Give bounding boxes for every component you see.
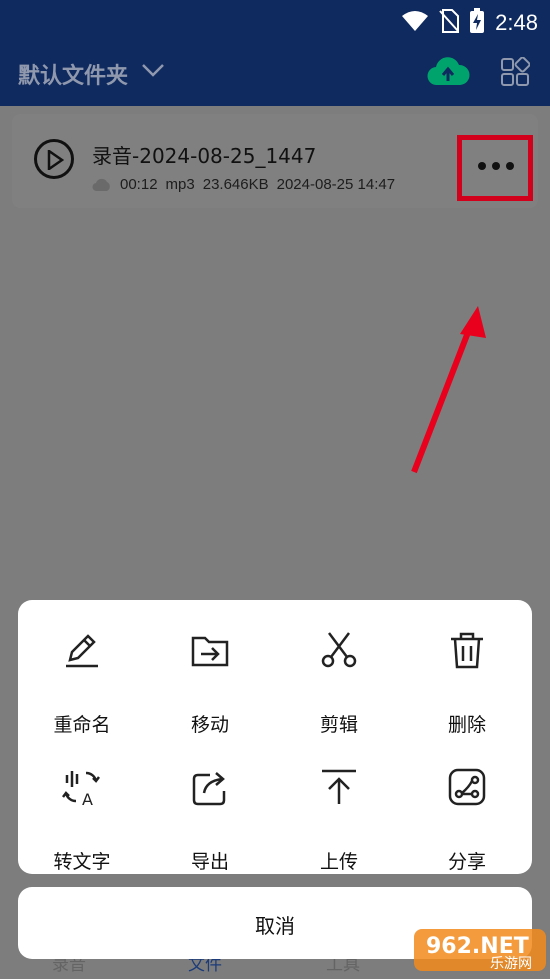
recording-meta: 00:12 mp3 23.646KB 2024-08-25 14:47 — [92, 176, 395, 193]
action-label: 转文字 — [53, 851, 111, 873]
rename-action[interactable]: 重命名 — [18, 630, 146, 750]
export-icon — [190, 767, 230, 807]
share-icon — [447, 767, 487, 807]
folder-move-icon — [190, 630, 230, 670]
grid-view-icon[interactable] — [500, 56, 531, 91]
upload-action[interactable]: 上传 — [275, 767, 403, 887]
transcribe-action[interactable]: A 转文字 — [18, 767, 146, 887]
app-bar: 默认文件夹 — [0, 40, 550, 106]
battery-charging-icon — [469, 8, 485, 38]
scissors-icon — [319, 630, 359, 670]
play-button[interactable] — [34, 139, 74, 179]
more-options-highlight — [457, 135, 533, 201]
cloud-icon — [92, 178, 110, 191]
more-icon[interactable] — [478, 162, 514, 170]
action-label: 剪辑 — [319, 714, 358, 736]
play-icon — [47, 150, 64, 170]
no-sim-icon — [439, 9, 460, 37]
action-label: 上传 — [319, 851, 358, 873]
annotation-arrow — [411, 306, 486, 474]
wifi-icon — [401, 10, 429, 36]
recording-duration: 00:12 — [120, 176, 158, 193]
action-sheet: 重命名 移动 剪辑 删除 A 转文字 导出 上传 分享 — [18, 600, 532, 874]
move-action[interactable]: 移动 — [146, 630, 274, 750]
watermark-subtext: 乐游网 — [490, 956, 532, 972]
pencil-icon — [62, 630, 102, 670]
export-action[interactable]: 导出 — [146, 767, 274, 887]
delete-action[interactable]: 删除 — [403, 630, 531, 750]
share-action[interactable]: 分享 — [403, 767, 531, 887]
folder-selector-label[interactable]: 默认文件夹 — [18, 58, 128, 90]
speech-to-text-icon: A — [62, 767, 102, 809]
recording-datetime: 2024-08-25 14:47 — [276, 176, 396, 193]
edit-action[interactable]: 剪辑 — [275, 630, 403, 750]
recording-size: 23.646KB — [202, 176, 269, 193]
action-label: 导出 — [190, 851, 229, 873]
recording-format: mp3 — [165, 176, 195, 193]
upload-icon — [319, 767, 359, 807]
cloud-upload-icon[interactable] — [426, 56, 470, 92]
chevron-down-icon[interactable] — [140, 60, 166, 84]
recording-name: 录音-2024-08-25_1447 — [92, 144, 317, 168]
action-label: 移动 — [190, 714, 229, 736]
status-time: 2:48 — [495, 10, 538, 35]
action-label: 分享 — [447, 851, 486, 873]
status-bar: 2:48 — [0, 0, 550, 40]
action-label: 重命名 — [53, 714, 111, 736]
watermark-logo: 962.NET 乐游网 — [414, 929, 546, 972]
trash-icon — [447, 630, 487, 670]
svg-text:A: A — [82, 790, 93, 807]
status-icons: 2:48 — [401, 8, 538, 38]
recording-list-item[interactable]: 录音-2024-08-25_1447 00:12 mp3 23.646KB 20… — [12, 114, 538, 208]
action-label: 删除 — [447, 714, 486, 736]
